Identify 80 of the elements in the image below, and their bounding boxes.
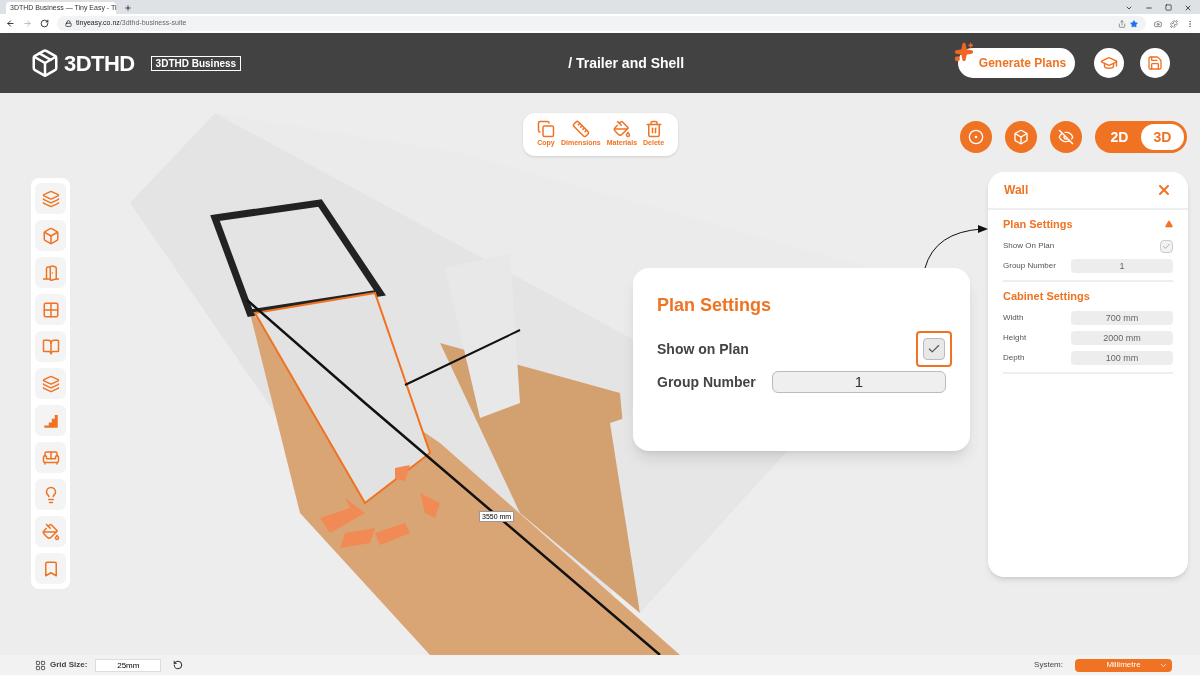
new-tab-icon[interactable] — [124, 4, 132, 12]
checkbox[interactable] — [1160, 239, 1173, 253]
value-field[interactable]: 700 mm — [1071, 311, 1173, 325]
close-icon[interactable] — [1156, 182, 1172, 198]
restore-icon[interactable] — [1165, 4, 1172, 11]
grid-size-field[interactable]: 25mm — [95, 658, 162, 672]
tutorial-button[interactable] — [1094, 48, 1124, 78]
paint-bucket-icon — [41, 522, 60, 541]
minimize-icon[interactable] — [1145, 4, 1153, 12]
business-badge: 3DTHD Business — [150, 55, 242, 71]
camera-icon[interactable] — [1154, 19, 1162, 28]
leader-line — [924, 225, 988, 269]
save-button[interactable] — [1140, 48, 1170, 78]
share-icon[interactable] — [1118, 19, 1126, 28]
field-label: Group Number — [1003, 260, 1056, 272]
panel-title: Wall — [1004, 182, 1029, 199]
measure-button[interactable] — [960, 121, 992, 153]
view-tab[interactable]: 2D — [1098, 124, 1141, 150]
ruler-icon — [571, 120, 590, 138]
grid-size-label: Grid Size: — [50, 659, 88, 671]
logo-text: 3DTHD — [64, 49, 135, 78]
eye-off-icon — [1058, 129, 1074, 145]
tool-button[interactable] — [35, 442, 66, 473]
view-tab[interactable]: 3D — [1141, 124, 1184, 150]
collapse-icon[interactable] — [1165, 220, 1173, 228]
save-icon — [1147, 55, 1163, 71]
sparkles-icon — [954, 42, 974, 62]
tool-button[interactable] — [35, 183, 66, 214]
cube-logo-icon — [30, 48, 60, 78]
system-dropdown[interactable]: Millimetre — [1075, 658, 1172, 672]
box-icon — [1013, 129, 1029, 145]
field-label: Show On Plan — [1003, 240, 1055, 252]
tool-button[interactable] — [35, 368, 66, 399]
bookmark-star-icon[interactable] — [1130, 19, 1138, 28]
system-label: System: — [1034, 659, 1063, 671]
sofa-icon — [41, 448, 60, 467]
close-icon[interactable] — [1184, 4, 1192, 12]
value-field[interactable]: 1 — [1071, 259, 1173, 273]
tool-button[interactable] — [35, 516, 66, 547]
value-field[interactable]: 100 mm — [1071, 351, 1173, 365]
tool-button[interactable] — [35, 220, 66, 251]
trash-icon — [644, 120, 663, 138]
door-icon — [41, 263, 60, 282]
field-label: Width — [1003, 312, 1024, 324]
tool-button[interactable] — [35, 479, 66, 510]
field-label: Show on Plan — [657, 339, 749, 359]
check-icon — [1162, 241, 1171, 251]
reload-icon[interactable] — [40, 19, 49, 28]
group-number-field[interactable]: 1 — [772, 371, 946, 393]
tool-button[interactable] — [35, 331, 66, 362]
show-on-plan-checkbox[interactable] — [916, 331, 952, 367]
window-icon — [41, 300, 60, 319]
forward-icon[interactable] — [23, 19, 32, 28]
tool-button[interactable] — [35, 405, 66, 436]
field-label: Group Number — [657, 372, 756, 392]
tool-button[interactable] — [35, 294, 66, 325]
tool-button[interactable] — [35, 257, 66, 288]
tool-button[interactable] — [35, 553, 66, 584]
value-field[interactable]: 2000 mm — [1071, 331, 1173, 345]
copy-icon — [537, 120, 555, 138]
extensions-icon[interactable] — [1170, 19, 1178, 28]
back-icon[interactable] — [6, 19, 15, 28]
grid-icon — [35, 659, 46, 671]
lock-icon — [65, 20, 72, 27]
cube-icon — [41, 226, 60, 245]
graduation-cap-icon — [1100, 54, 1118, 72]
paint-bucket-icon — [612, 120, 631, 138]
section-title: Cabinet Settings — [1003, 288, 1090, 304]
popup-title: Plan Settings — [657, 294, 773, 317]
visibility-button[interactable] — [1005, 121, 1037, 153]
hide-walls-button[interactable] — [1050, 121, 1082, 153]
check-icon — [927, 342, 941, 356]
tab-search-icon[interactable] — [1125, 4, 1133, 12]
generate-plans-button[interactable]: Generate Plans — [958, 48, 1075, 78]
menu-icon[interactable] — [1186, 19, 1194, 28]
field-label: Height — [1003, 332, 1027, 344]
section-title: Plan Settings — [1003, 216, 1073, 232]
field-label: Depth — [1003, 352, 1025, 364]
reset-icon[interactable] — [173, 660, 184, 670]
breadcrumb-title: / Trailer and Shell — [568, 53, 685, 73]
